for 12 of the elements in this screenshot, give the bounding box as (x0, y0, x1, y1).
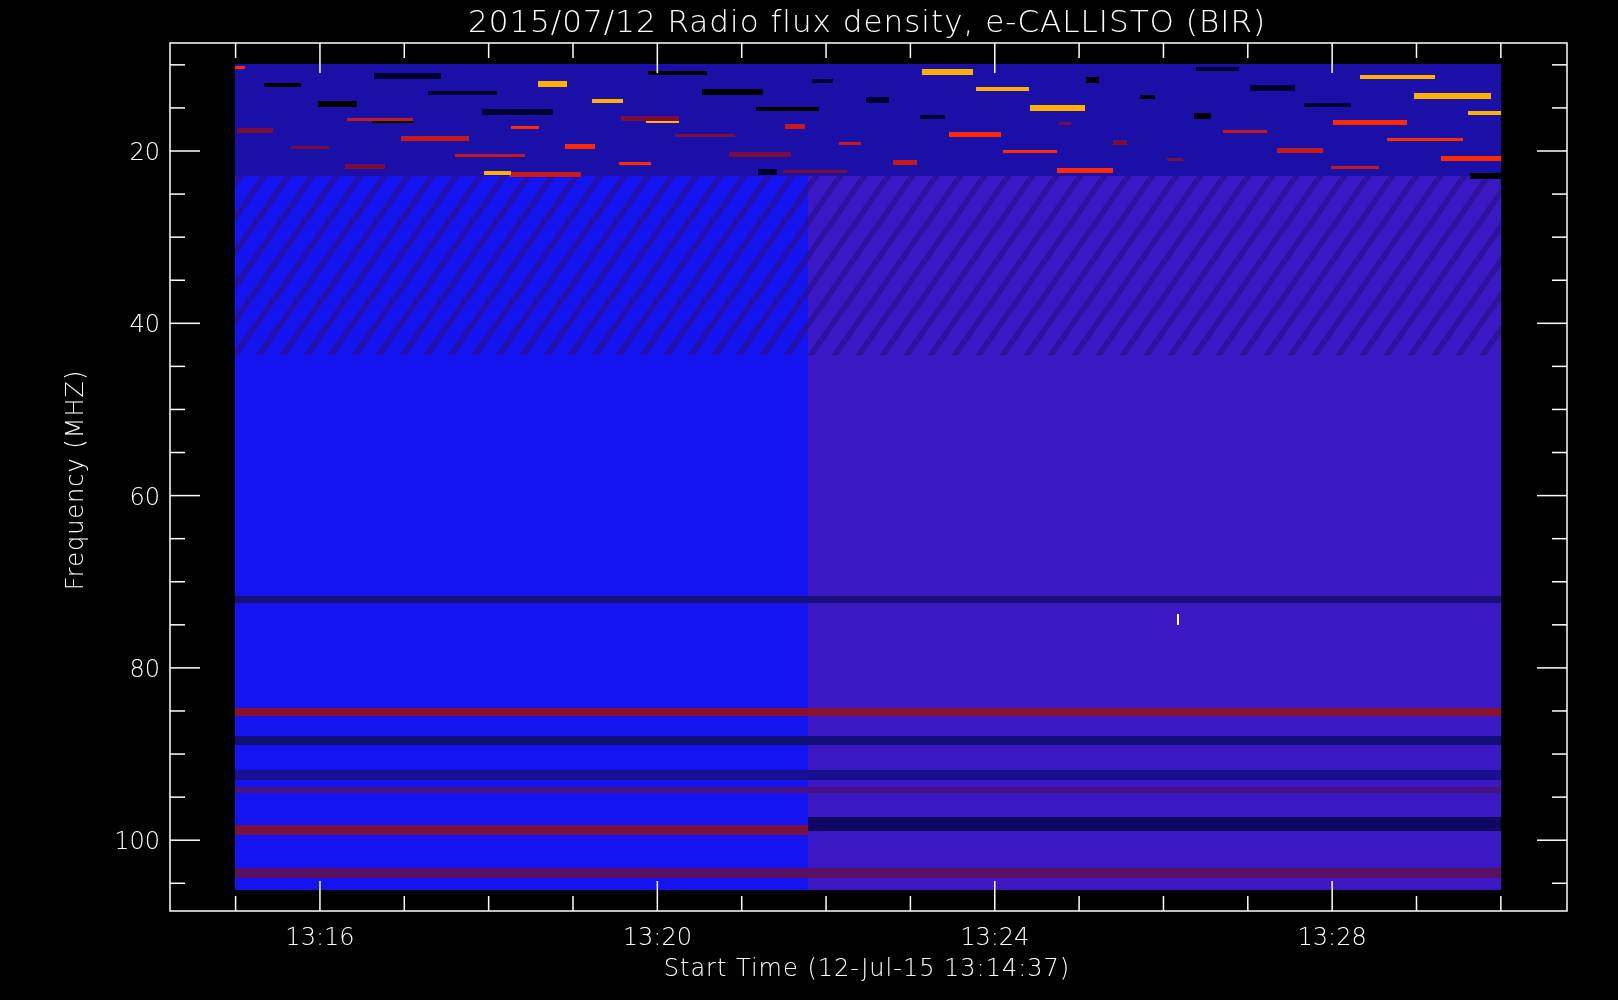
x-tick-label: 13:20 (622, 923, 692, 951)
x-tick-label: 13:24 (960, 923, 1030, 951)
chart-title: 2015/07/12 Radio flux density, e-CALLISTO (BIR) (467, 3, 1267, 39)
y-tick-label: 80 (129, 654, 160, 683)
x-tick-label: 13:16 (285, 923, 355, 951)
x-axis-label: Start Time (12-Jul-15 13:14:37) (663, 954, 1071, 982)
y-tick-label: 100 (114, 827, 160, 856)
x-tick-label: 13:28 (1297, 923, 1367, 951)
y-axis-label: Frequency (MHZ) (61, 369, 89, 591)
y-tick-label: 60 (129, 482, 160, 511)
y-tick-label: 20 (129, 138, 160, 166)
y-tick-label: 40 (129, 310, 160, 339)
